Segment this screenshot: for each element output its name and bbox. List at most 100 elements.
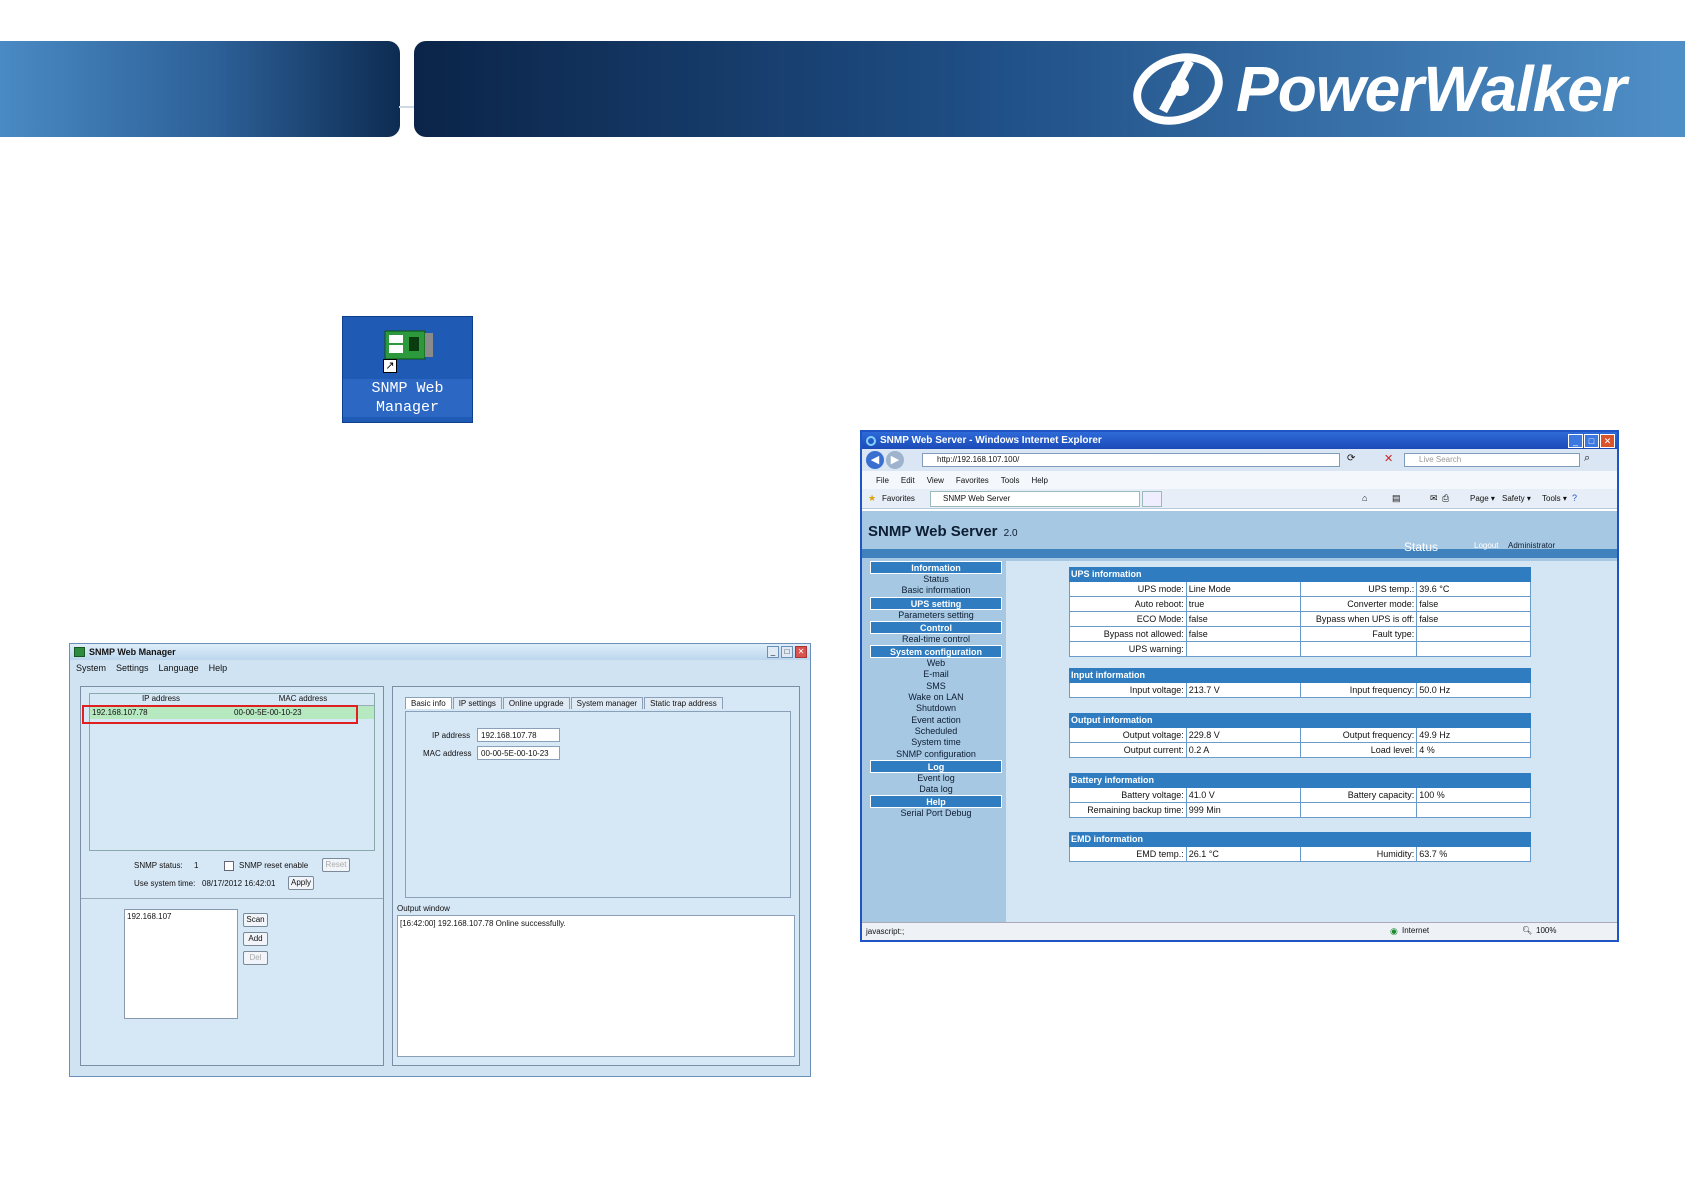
reset-button[interactable]: Reset <box>322 858 350 872</box>
search-input[interactable]: Live Search <box>1404 453 1580 467</box>
nav-item[interactable]: Status <box>866 574 1006 585</box>
nav-item[interactable]: SNMP configuration <box>866 749 1006 760</box>
ie-close-button[interactable]: ✕ <box>1600 434 1615 448</box>
nav-item[interactable]: Parameters setting <box>866 610 1006 621</box>
ie-menu-file[interactable]: File <box>876 476 889 485</box>
info-value <box>1417 627 1531 641</box>
snmp-version: 2.0 <box>1003 528 1018 539</box>
nav-item[interactable]: Shutdown <box>866 703 1006 714</box>
tab-basic-info[interactable]: Basic info <box>405 697 452 709</box>
logout-link[interactable]: Logout <box>1474 541 1498 550</box>
info-label: Input frequency: <box>1301 683 1418 697</box>
scan-button[interactable]: Scan <box>243 913 268 927</box>
nav-item[interactable]: E-mail <box>866 669 1006 680</box>
search-icon[interactable]: ⌕ <box>1584 452 1590 465</box>
nav-item[interactable]: System time <box>866 737 1006 748</box>
snmp-web-server-page: SNMP Web Server 2.0 Status Logout Admini… <box>862 511 1617 922</box>
nav-item[interactable]: Scheduled <box>866 726 1006 737</box>
maximize-button[interactable]: □ <box>781 646 793 658</box>
print-icon[interactable]: ⎙ <box>1442 493 1449 504</box>
nav-section-header: Help <box>870 795 1002 809</box>
info-label: Converter mode: <box>1301 597 1418 611</box>
right-pane: Basic info IP settings Online upgrade Sy… <box>392 686 800 1066</box>
nav-item[interactable]: Wake on LAN <box>866 692 1006 703</box>
page-menu[interactable]: Page ▾ <box>1470 494 1495 503</box>
minimize-button[interactable]: _ <box>767 646 779 658</box>
stop-icon[interactable]: ✕ <box>1384 452 1393 465</box>
globe-icon: ◉ <box>1390 926 1398 936</box>
info-label: Humidity: <box>1301 847 1418 861</box>
menu-settings[interactable]: Settings <box>116 663 149 673</box>
browser-tab[interactable]: SNMP Web Server <box>930 491 1140 507</box>
mail-icon[interactable]: ✉ <box>1430 493 1438 504</box>
feeds-icon[interactable]: ▤ <box>1392 493 1401 504</box>
add-button[interactable]: Add <box>243 932 268 946</box>
apply-button[interactable]: Apply <box>288 876 314 890</box>
nav-item[interactable]: Serial Port Debug <box>866 808 1006 819</box>
ie-window: SNMP Web Server - Windows Internet Explo… <box>860 430 1619 942</box>
tab-system-manager[interactable]: System manager <box>570 697 644 709</box>
info-group-title: Battery information <box>1069 773 1531 788</box>
col-mac-header: MAC address <box>278 694 328 703</box>
nav-item[interactable]: Event action <box>866 715 1006 726</box>
ie-menubar: File Edit View Favorites Tools Help <box>862 471 1617 489</box>
tab-online-upgrade[interactable]: Online upgrade <box>502 697 570 709</box>
ie-maximize-button[interactable]: □ <box>1584 434 1599 448</box>
nav-item[interactable]: SMS <box>866 681 1006 692</box>
mac-field[interactable]: 00-00-5E-00-10-23 <box>477 746 560 760</box>
refresh-icon[interactable]: ⟳ <box>1347 453 1355 464</box>
tab-panel: IP address 192.168.107.78 MAC address 00… <box>405 711 791 898</box>
nav-item[interactable]: Web <box>866 658 1006 669</box>
menu-system[interactable]: System <box>76 663 106 673</box>
ip-field[interactable]: 192.168.107.78 <box>477 728 560 742</box>
info-value: 4 % <box>1417 743 1531 757</box>
forward-button[interactable]: ▶ <box>886 451 904 469</box>
zoom-icon[interactable]: 🔍︎ <box>1522 926 1532 935</box>
shortcut-label-1: SNMP Web <box>371 380 444 397</box>
help-icon[interactable]: ? <box>1572 493 1577 503</box>
favorites-button[interactable]: Favorites <box>882 494 915 503</box>
tab-static-trap-address[interactable]: Static trap address <box>644 697 723 709</box>
info-value: 39.6 °C <box>1417 582 1531 596</box>
output-window[interactable]: [16:42:00] 192.168.107.78 Online success… <box>397 915 795 1057</box>
zoom-level[interactable]: 100% <box>1536 926 1556 935</box>
snmp-reset-checkbox[interactable] <box>224 861 234 871</box>
nav-item[interactable]: Data log <box>866 784 1006 795</box>
ie-menu-favorites[interactable]: Favorites <box>956 476 989 485</box>
snmp-web-manager-shortcut[interactable]: ↗ SNMP Web Manager <box>342 316 473 423</box>
del-button[interactable]: Del <box>243 951 268 965</box>
scan-ip-textarea[interactable]: 192.168.107 <box>124 909 238 1019</box>
menu-language[interactable]: Language <box>159 663 199 673</box>
ie-menu-view[interactable]: View <box>927 476 944 485</box>
menu-help[interactable]: Help <box>209 663 228 673</box>
info-value: 0.2 A <box>1187 743 1301 757</box>
info-value: 999 Min <box>1187 803 1301 817</box>
nav-item[interactable]: Real-time control <box>866 634 1006 645</box>
nav-item[interactable]: Basic information <box>866 585 1006 596</box>
info-label: UPS temp.: <box>1301 582 1418 596</box>
info-label: Fault type: <box>1301 627 1418 641</box>
home-icon[interactable]: ⌂ <box>1362 493 1367 503</box>
ie-minimize-button[interactable]: _ <box>1568 434 1583 448</box>
nav-item[interactable]: Event log <box>866 773 1006 784</box>
url-input[interactable]: http://192.168.107.100/ <box>922 453 1340 467</box>
close-button[interactable]: ✕ <box>795 646 807 658</box>
ie-menu-tools[interactable]: Tools <box>1001 476 1020 485</box>
new-tab-button[interactable] <box>1142 491 1162 507</box>
back-button[interactable]: ◀ <box>866 451 884 469</box>
info-row: Output current: 0.2 A Load level: 4 % <box>1069 743 1531 758</box>
tab-strip: Basic info IP settings Online upgrade Sy… <box>405 697 724 709</box>
tools-menu[interactable]: Tools ▾ <box>1542 494 1567 503</box>
system-time-label: Use system time: <box>134 879 196 888</box>
info-group-title: Input information <box>1069 668 1531 683</box>
status-link[interactable]: Status <box>1404 540 1438 554</box>
safety-menu[interactable]: Safety ▾ <box>1502 494 1531 503</box>
info-value: false <box>1417 597 1531 611</box>
ie-menu-edit[interactable]: Edit <box>901 476 915 485</box>
info-label: Bypass when UPS is off: <box>1301 612 1418 626</box>
tab-ip-settings[interactable]: IP settings <box>452 697 502 709</box>
info-value: 213.7 V <box>1187 683 1301 697</box>
ie-menu-help[interactable]: Help <box>1031 476 1047 485</box>
info-row: UPS warning: <box>1069 642 1531 657</box>
favorites-bar: ★ Favorites SNMP Web Server ⌂ ▤ ✉ ⎙ Page… <box>862 489 1617 509</box>
